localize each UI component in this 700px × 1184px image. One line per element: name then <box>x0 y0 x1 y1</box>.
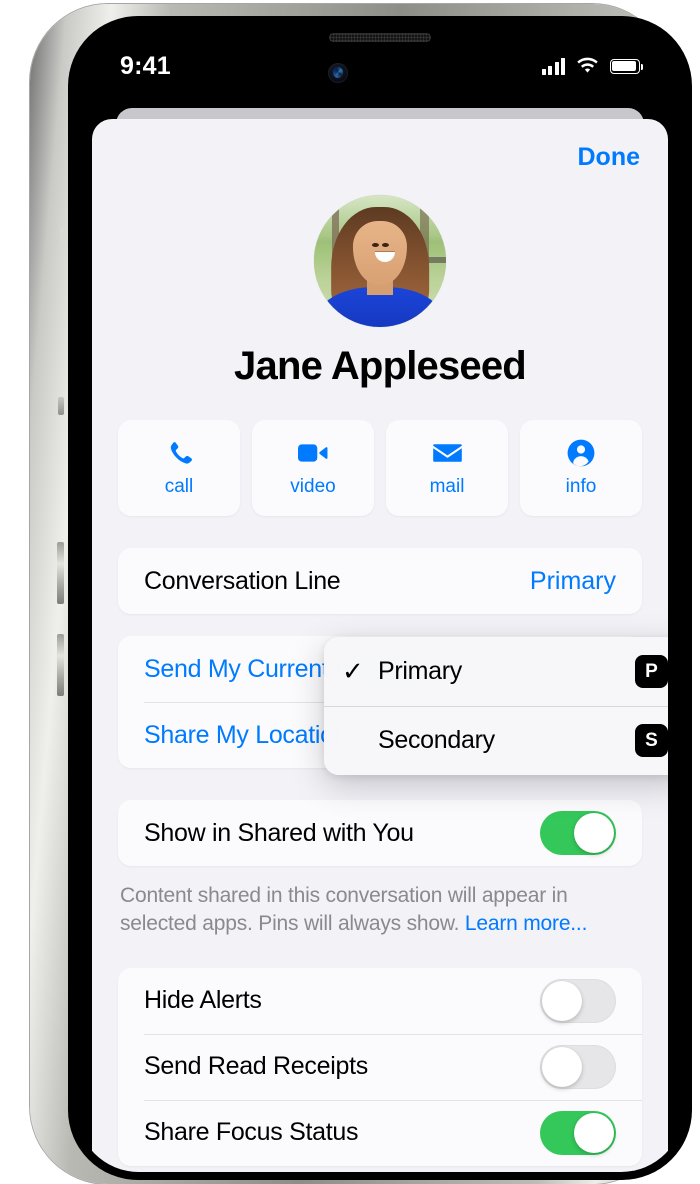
volume-up-button[interactable] <box>57 542 64 604</box>
conversation-line-value: Primary <box>529 566 616 595</box>
call-button[interactable]: call <box>118 420 240 516</box>
cellular-bars-icon <box>541 57 565 75</box>
menu-item-primary-label: Primary <box>378 657 463 685</box>
video-icon <box>298 439 328 467</box>
volume-down-button[interactable] <box>57 634 64 696</box>
done-button[interactable]: Done <box>578 143 641 172</box>
show-in-shared-with-you-row[interactable]: Show in Shared with You <box>118 800 642 866</box>
quick-actions-row: call video mail info <box>92 420 668 516</box>
video-button-label: video <box>290 475 336 497</box>
mail-icon <box>432 439 462 467</box>
battery-full-icon <box>610 58 644 74</box>
conversation-line-label: Conversation Line <box>144 566 341 595</box>
video-button[interactable]: video <box>252 420 374 516</box>
alerts-group: Hide Alerts Send Read Receipts Share Foc… <box>118 967 642 1166</box>
hide-alerts-label: Hide Alerts <box>144 986 262 1015</box>
hide-alerts-toggle[interactable] <box>540 978 616 1023</box>
show-in-shared-with-you-label: Show in Shared with You <box>144 818 414 847</box>
sheet-toolbar: Done <box>92 119 668 195</box>
shared-with-you-group: Show in Shared with You <box>118 800 642 866</box>
shared-with-you-footnote: Content shared in this conversation will… <box>120 882 640 938</box>
status-bar-indicators <box>541 57 644 75</box>
conversation-line-group: Conversation Line Primary <box>118 548 642 614</box>
status-bar-time: 9:41 <box>120 51 171 80</box>
menu-item-secondary-label: Secondary <box>378 726 495 754</box>
mail-button[interactable]: mail <box>386 420 508 516</box>
send-read-receipts-toggle[interactable] <box>540 1044 616 1089</box>
primary-badge-icon: P <box>635 655 668 688</box>
share-focus-status-toggle[interactable] <box>540 1110 616 1155</box>
avatar[interactable] <box>314 195 446 327</box>
checkmark-icon: ✓ <box>342 656 364 686</box>
share-my-location-label: Share My Location <box>144 720 348 749</box>
antenna-seam-left <box>60 228 65 245</box>
wifi-icon <box>577 57 598 73</box>
mute-switch-button[interactable] <box>58 397 64 415</box>
send-read-receipts-row[interactable]: Send Read Receipts <box>118 1033 642 1100</box>
phone-frame: 9:41 Done Jane Appleseed call video mail… <box>30 4 692 1184</box>
show-in-shared-with-you-toggle[interactable] <box>540 811 616 855</box>
menu-item-primary[interactable]: ✓ Primary P <box>324 637 668 706</box>
person-circle-icon <box>566 439 596 467</box>
phone-icon <box>164 439 194 467</box>
hide-alerts-row[interactable]: Hide Alerts <box>118 968 642 1034</box>
mail-button-label: mail <box>429 475 465 497</box>
learn-more-link[interactable]: Learn more... <box>465 912 587 935</box>
info-button[interactable]: info <box>520 420 642 516</box>
conversation-line-row[interactable]: Conversation Line Primary <box>118 548 642 614</box>
contact-details-sheet: Done Jane Appleseed call video mail info… <box>92 119 668 1172</box>
share-focus-status-label: Share Focus Status <box>144 1118 359 1147</box>
share-focus-status-row[interactable]: Share Focus Status <box>118 1099 642 1166</box>
phone-screen: 9:41 Done Jane Appleseed call video mail… <box>76 24 684 1172</box>
menu-item-secondary[interactable]: Secondary S <box>324 706 668 775</box>
secondary-badge-icon: S <box>635 724 668 757</box>
info-button-label: info <box>565 475 597 497</box>
contact-header: Jane Appleseed <box>92 195 668 389</box>
contact-name: Jane Appleseed <box>234 344 527 388</box>
status-bar: 9:41 <box>76 24 684 86</box>
call-button-label: call <box>164 475 194 497</box>
send-read-receipts-label: Send Read Receipts <box>144 1052 368 1081</box>
conversation-line-menu: ✓ Primary P Secondary S <box>324 637 668 775</box>
